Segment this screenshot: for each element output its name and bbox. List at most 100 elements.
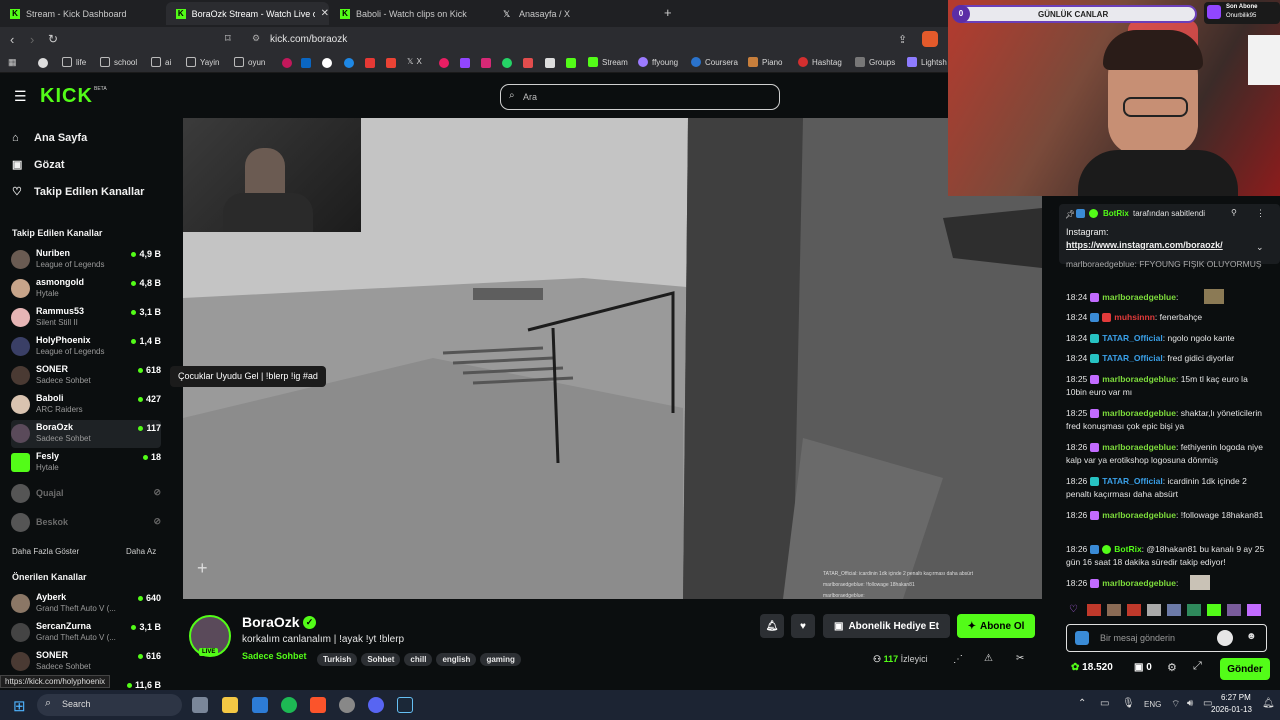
followed-channel-offline[interactable]: Beskok ⊘: [11, 509, 161, 537]
bookmark-lightsh[interactable]: Lightsh: [907, 57, 947, 67]
tag[interactable]: english: [436, 653, 477, 666]
emote-icon[interactable]: [1087, 604, 1101, 616]
chat-input-box[interactable]: Bir mesaj gönderin ☻: [1066, 624, 1267, 652]
kick-bookmark-icon[interactable]: [566, 58, 576, 68]
channel-name[interactable]: BoraOzk: [242, 614, 300, 630]
recommended-channel[interactable]: SONER Sadece Sohbet 616: [11, 648, 161, 676]
bookmark-ffyoung[interactable]: ffyoung: [638, 57, 678, 67]
tag[interactable]: Sohbet: [361, 653, 401, 666]
bookmark-school[interactable]: school: [100, 57, 137, 67]
nav-home[interactable]: ⌂ Ana Sayfa: [12, 132, 87, 144]
channel-points[interactable]: ✿ 18.520: [1071, 662, 1113, 673]
emote-icon[interactable]: [1187, 604, 1201, 616]
search-input[interactable]: Ara: [523, 92, 537, 102]
instagram-icon[interactable]: [481, 58, 491, 68]
menu-icon[interactable]: ☰: [14, 88, 27, 105]
bookmark-ai[interactable]: ai: [151, 57, 171, 67]
emote-icon[interactable]: [1227, 604, 1241, 616]
whatsapp-icon[interactable]: [502, 58, 512, 68]
google-icon[interactable]: [38, 58, 48, 68]
back-icon[interactable]: ‹: [10, 32, 14, 47]
notification-bell-button[interactable]: 🔔︎: [760, 614, 784, 638]
tag[interactable]: gaming: [480, 653, 521, 666]
reload-icon[interactable]: ↻: [48, 32, 58, 46]
tumblr-icon[interactable]: [523, 58, 533, 68]
emote-icon[interactable]: [1207, 604, 1221, 616]
tab-baboli-clips[interactable]: K Baboli - Watch clips on Kick: [330, 2, 492, 25]
stream-category[interactable]: Sadece Sohbet: [242, 651, 307, 661]
emote-icon[interactable]: [1167, 604, 1181, 616]
bookmark-icon-3[interactable]: [439, 58, 449, 68]
youtube-icon[interactable]: [365, 58, 375, 68]
language-indicator[interactable]: ENG: [1144, 700, 1161, 709]
windows-start-icon[interactable]: ⊞: [13, 697, 26, 715]
report-icon[interactable]: ⚠: [984, 653, 993, 664]
bookmark-x[interactable]: 𝕏X: [407, 57, 422, 66]
bookmark-hashtag[interactable]: Hashtag: [798, 57, 842, 67]
tab-x-home[interactable]: 𝕏 Anasayfa / X: [493, 2, 655, 25]
plus-icon[interactable]: +: [197, 558, 208, 579]
tag[interactable]: Turkish: [317, 653, 358, 666]
followed-channel[interactable]: SONER Sadece Sohbet 618: [11, 362, 161, 390]
recommended-channel[interactable]: Ayberk Grand Theft Auto V (... 640: [11, 590, 161, 618]
tray-app-icon[interactable]: ▭: [1100, 698, 1109, 709]
bookmark-groups[interactable]: Groups: [855, 57, 895, 67]
bookmark-icon-2[interactable]: [344, 58, 354, 68]
store-icon[interactable]: [252, 697, 268, 713]
search-bar[interactable]: ⌕ Ara: [500, 84, 780, 110]
file-explorer-icon[interactable]: [222, 697, 238, 713]
bookmark-piano[interactable]: Piano: [748, 57, 782, 67]
send-button[interactable]: Gönder: [1220, 658, 1270, 680]
share-icon[interactable]: ⇪: [898, 33, 907, 46]
followed-channel[interactable]: HolyPhoenix League of Legends 1,4 B: [11, 333, 161, 361]
bookmark-oyun[interactable]: oyun: [234, 57, 265, 67]
heart-emote-icon[interactable]: ♡: [1069, 604, 1078, 615]
discord-icon[interactable]: [368, 697, 384, 713]
tab-boraozk-stream[interactable]: K BoraOzk Stream - Watch Live on ✕: [166, 2, 329, 25]
clip-icon[interactable]: ✂: [1016, 653, 1024, 664]
twitch-icon[interactable]: [460, 58, 470, 68]
tray-chevron-icon[interactable]: ⌃: [1078, 698, 1086, 709]
chrome-icon[interactable]: [322, 58, 332, 68]
emote-icon[interactable]: [1147, 604, 1161, 616]
tag[interactable]: chill: [404, 653, 433, 666]
settings-icon[interactable]: ⚙: [1167, 661, 1177, 674]
followed-channel-active[interactable]: BoraOzk Sadece Sohbet 117: [11, 420, 161, 448]
emote-icon[interactable]: [1107, 604, 1121, 616]
bookmark-icon-4[interactable]: [545, 58, 555, 68]
volume-icon[interactable]: 🔊︎: [1187, 698, 1193, 709]
tab-kick-dashboard[interactable]: K Stream - Kick Dashboard: [0, 2, 165, 25]
nav-browse[interactable]: ▣ Gözat: [12, 158, 65, 172]
emote-icon[interactable]: [1247, 604, 1261, 616]
apps-grid-icon[interactable]: ▦: [8, 57, 17, 68]
emote-picker-icon[interactable]: [1217, 630, 1233, 646]
obs-icon[interactable]: [339, 697, 355, 713]
followed-channel[interactable]: Rammus53 Silent Still II 3,1 B: [11, 304, 161, 332]
show-more-button[interactable]: Daha Fazla Göster: [12, 547, 79, 556]
followed-channel[interactable]: Nuriben League of Legends 4,9 B: [11, 246, 161, 274]
bookmark-yayin[interactable]: Yayin: [186, 57, 219, 67]
subscribe-button[interactable]: ✦ Abone Ol: [957, 614, 1035, 638]
url-field[interactable]: kick.com/boraozk: [270, 34, 347, 45]
new-tab-icon[interactable]: +: [664, 5, 672, 20]
bookmark-stream[interactable]: Stream: [588, 57, 628, 67]
spotify-icon[interactable]: [281, 697, 297, 713]
gmail-icon[interactable]: [386, 58, 396, 68]
show-less-button[interactable]: Daha Az: [126, 547, 156, 556]
brave-shield-icon[interactable]: [922, 31, 938, 47]
emote-icon[interactable]: [1127, 604, 1141, 616]
bookmark-icon[interactable]: ⌑: [225, 32, 231, 45]
share-icon[interactable]: ⋰: [953, 654, 963, 665]
follow-button[interactable]: ♥: [791, 614, 815, 638]
followed-channel-offline[interactable]: Quajal ⊘: [11, 480, 161, 508]
bookmark-icon-1[interactable]: [282, 58, 292, 68]
kick-logo[interactable]: KICK: [40, 85, 93, 108]
brave-icon[interactable]: [310, 697, 326, 713]
linkedin-icon[interactable]: [301, 58, 311, 68]
bookmark-life[interactable]: life: [62, 57, 86, 67]
wifi-icon[interactable]: ⌔: [1171, 698, 1180, 711]
nav-following[interactable]: ♡ Takip Edilen Kanallar: [12, 185, 144, 199]
followed-channel[interactable]: asmongold Hytale 4,8 B: [11, 275, 161, 303]
followed-channel[interactable]: Fesly Hytale 18: [11, 449, 161, 477]
tab-close-icon[interactable]: ✕: [321, 8, 329, 19]
